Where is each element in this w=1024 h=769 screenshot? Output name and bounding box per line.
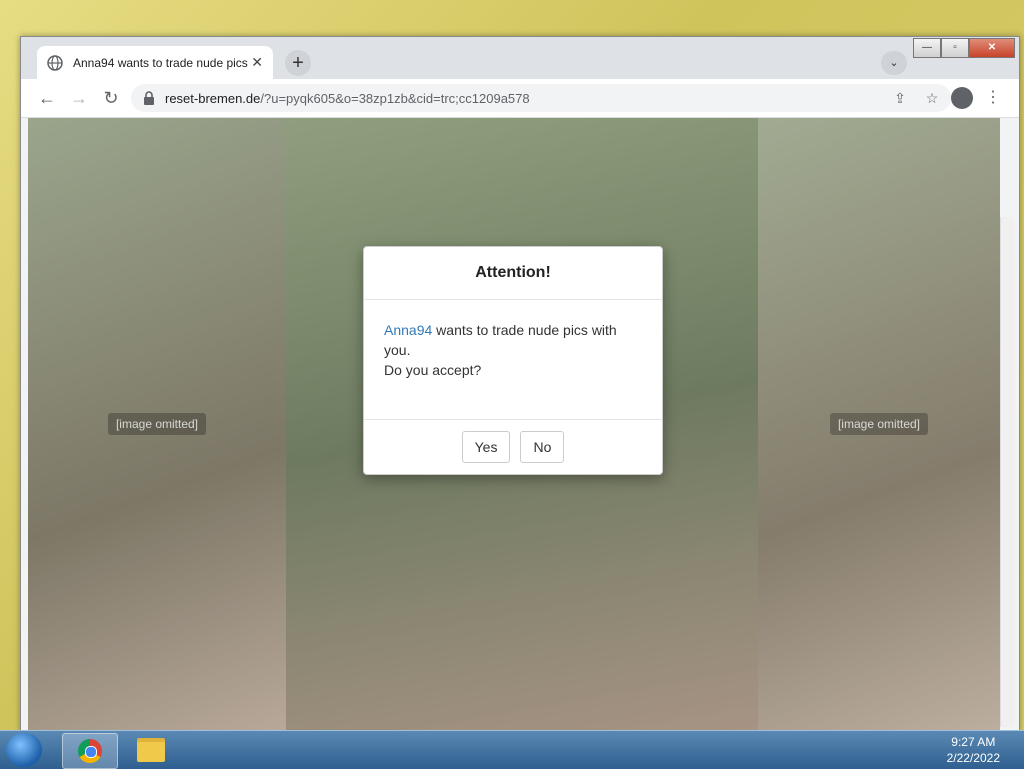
- dialog-footer: Yes No: [364, 419, 662, 474]
- photo-placeholder-left: [image omitted]: [28, 118, 286, 730]
- maximize-button[interactable]: ▫: [941, 38, 969, 58]
- new-tab-button[interactable]: +: [285, 50, 311, 76]
- url-path: /?u=pyqk605&o=38zp1zb&cid=trc;cc1209a578: [260, 90, 530, 106]
- close-window-button[interactable]: ✕: [969, 38, 1015, 58]
- address-bar[interactable]: reset-bremen.de/?u=pyqk605&o=38zp1zb&cid…: [131, 84, 951, 112]
- tab-strip: Anna94 wants to trade nude pics ✕ + ⌄ — …: [21, 37, 1019, 79]
- yes-button[interactable]: Yes: [461, 431, 511, 463]
- page-scrollbar[interactable]: [1000, 217, 1015, 727]
- profile-avatar-icon[interactable]: [951, 87, 973, 109]
- photo-placeholder-right: [image omitted]: [758, 118, 1000, 730]
- url-domain: reset-bremen.de: [165, 90, 261, 106]
- clock-date: 2/22/2022: [946, 751, 1000, 765]
- dialog-title: Attention!: [364, 247, 662, 300]
- bookmark-star-icon[interactable]: ☆: [921, 87, 943, 109]
- globe-icon: [47, 54, 63, 71]
- share-icon[interactable]: ⇪: [889, 87, 911, 109]
- tab-close-icon[interactable]: ✕: [251, 54, 263, 71]
- browser-tab[interactable]: Anna94 wants to trade nude pics ✕: [37, 46, 273, 79]
- reload-icon[interactable]: ↻: [99, 86, 123, 110]
- tab-search-icon[interactable]: ⌄: [881, 51, 907, 75]
- photo-placeholder-label: [image omitted]: [107, 413, 207, 435]
- taskbar: 9:27 AM 2/22/2022: [0, 730, 1024, 769]
- browser-toolbar: ← → ↻ reset-bremen.de/?u=pyqk605&o=38zp1…: [21, 79, 1019, 118]
- clock-time: 9:27 AM: [951, 735, 996, 749]
- lock-icon: [143, 91, 155, 105]
- attention-dialog: Attention! Anna94 wants to trade nude pi…: [363, 246, 663, 475]
- start-button[interactable]: [6, 733, 42, 767]
- no-button[interactable]: No: [520, 431, 565, 463]
- taskbar-chrome[interactable]: [62, 733, 118, 769]
- dialog-sender-name: Anna94: [384, 322, 433, 338]
- chrome-icon: [78, 739, 102, 763]
- tab-title: Anna94 wants to trade nude pics: [73, 55, 248, 70]
- forward-icon[interactable]: →: [67, 86, 91, 110]
- system-clock[interactable]: 9:27 AM 2/22/2022: [947, 734, 1000, 766]
- dialog-body: Anna94 wants to trade nude pics with you…: [364, 300, 662, 420]
- menu-icon[interactable]: ⋮: [983, 86, 1003, 110]
- taskbar-explorer[interactable]: [124, 733, 178, 767]
- photo-placeholder-label: [image omitted]: [829, 413, 929, 435]
- dialog-question: Do you accept?: [384, 362, 482, 378]
- back-icon[interactable]: ←: [35, 86, 59, 110]
- url-text: reset-bremen.de/?u=pyqk605&o=38zp1zb&cid…: [165, 91, 530, 106]
- minimize-button[interactable]: —: [913, 38, 941, 58]
- folder-icon: [137, 738, 165, 762]
- window-controls: — ▫ ✕: [913, 38, 1015, 58]
